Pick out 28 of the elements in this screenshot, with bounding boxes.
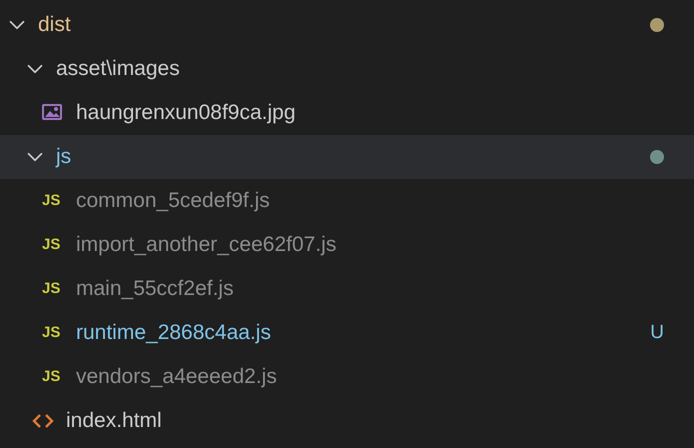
js-file-icon: JS	[42, 366, 68, 388]
file-row[interactable]: JS main_55ccf2ef.js	[0, 267, 694, 311]
js-file-icon: JS	[42, 190, 68, 212]
file-row[interactable]: index.html	[0, 399, 694, 443]
file-name: vendors_a4eeeed2.js	[76, 364, 277, 390]
file-row[interactable]: JS vendors_a4eeeed2.js	[0, 355, 694, 399]
file-name: index.html	[66, 408, 162, 434]
file-name: common_5cedef9f.js	[76, 188, 270, 214]
folder-name: dist	[38, 12, 71, 38]
file-name: runtime_2868c4aa.js	[76, 320, 271, 346]
git-status-letter: U	[650, 320, 664, 345]
folder-row[interactable]: asset\images	[0, 47, 694, 91]
js-file-icon: JS	[42, 234, 68, 256]
folder-name: asset\images	[56, 56, 180, 82]
folder-row[interactable]: dist	[0, 3, 694, 47]
file-row[interactable]: JS runtime_2868c4aa.js U	[0, 311, 694, 355]
folder-name: js	[56, 144, 72, 170]
js-file-icon: JS	[42, 322, 68, 344]
image-icon	[42, 103, 64, 123]
file-name: import_another_cee62f07.js	[76, 232, 336, 258]
file-row[interactable]: haungrenxun08f9ca.jpg	[0, 91, 694, 135]
folder-row[interactable]: js	[0, 135, 694, 179]
file-row[interactable]: JS import_another_cee62f07.js	[0, 223, 694, 267]
file-name: haungrenxun08f9ca.jpg	[76, 100, 296, 126]
file-name: main_55ccf2ef.js	[76, 276, 234, 302]
file-row[interactable]: JS common_5cedef9f.js	[0, 179, 694, 223]
code-brackets-icon	[32, 413, 54, 429]
js-file-icon: JS	[42, 278, 68, 300]
